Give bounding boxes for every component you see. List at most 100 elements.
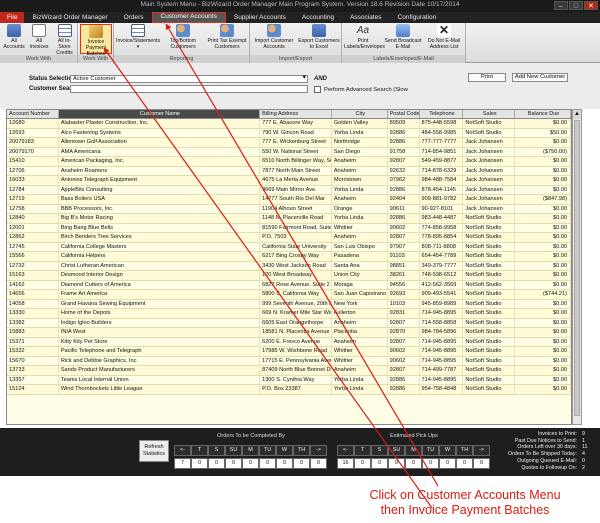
scroll-thumb[interactable]	[574, 120, 580, 416]
maximize-button[interactable]: □	[569, 1, 583, 10]
table-row[interactable]: 14162 Diamond Cutters of America 6827 Rose…	[7, 280, 571, 290]
column-header[interactable]: Billing Address	[260, 110, 332, 118]
orders-value-cell: 7	[174, 458, 191, 469]
column-header[interactable]: Postal Code	[388, 110, 420, 118]
table-cell: 714-945-8895	[420, 356, 464, 365]
menu-associates[interactable]: Associates	[342, 12, 389, 23]
invoice-payment-batches-button[interactable]: Invoice Payment Batches	[80, 24, 112, 57]
menu-orders[interactable]: Orders	[116, 12, 152, 23]
refresh-statistics-button[interactable]: Refresh Statistics	[139, 440, 169, 462]
table-cell: $0.00	[515, 280, 571, 289]
table-cell: $0.00	[515, 309, 571, 318]
all-instore-credits-button[interactable]: All In-Store Credits	[52, 24, 77, 56]
table-row[interactable]: 14058 Grand Havana Sewing Equipment 999 Se…	[7, 299, 571, 309]
menu-configuration[interactable]: Configuration	[390, 12, 445, 23]
print-tax-exempt-button[interactable]: Print Tax Exempt Customers	[206, 24, 248, 50]
table-row[interactable]: 15124 Wind Thornbockets Little League P.O.…	[7, 385, 571, 395]
window-controls: – □ ✕	[554, 1, 598, 10]
table-cell: 10103	[388, 299, 420, 308]
column-header[interactable]: Customer Name	[58, 110, 261, 118]
statistic-item: Invoices to Print: 9	[508, 431, 590, 438]
table-row[interactable]: 15670 Rick and Debbie Graphics, Inc. 17715…	[7, 356, 571, 366]
pickups-day-cell[interactable]: <-	[337, 445, 354, 456]
advanced-search-checkbox[interactable]	[314, 86, 321, 93]
status-selection-dropdown[interactable]: Active Customer	[70, 75, 308, 83]
table-row[interactable]: 15883 INIA West 18581 N. Placentia Avenue P…	[7, 328, 571, 338]
table-cell: Alabaster Plaster Construction, Inc.	[59, 119, 261, 128]
column-header[interactable]: Account Number	[7, 110, 59, 118]
table-cell: 92632	[388, 166, 420, 175]
do-not-email-button[interactable]: ✕ Do Not E-Mail Address List	[424, 24, 464, 51]
table-cell: 92886	[388, 214, 420, 223]
scroll-up-icon[interactable]: ▲	[573, 110, 581, 119]
table-row[interactable]: 12840 Big B's Motor Racing 1148 N. Placerv…	[7, 214, 571, 224]
table-cell: Santa Ana	[332, 261, 388, 270]
add-new-customer-button[interactable]: Add New Customer	[512, 73, 568, 82]
menu-customer-accounts[interactable]: Customer Accounts	[151, 12, 226, 23]
table-cell: 17985 W. Wishbone Road	[260, 347, 332, 356]
table-row[interactable]: 12784 AppleBits Consulting 9669 Main Mirro…	[7, 185, 571, 195]
table-cell: 15124	[7, 385, 59, 394]
send-broadcast-email-button[interactable]: Send Broadcast E-Mail	[384, 24, 422, 50]
close-button[interactable]: ✕	[584, 1, 598, 10]
table-scrollbar[interactable]: ▲	[572, 109, 582, 425]
table-row[interactable]: 15410 American Packaging, Inc. 6510 North …	[7, 157, 571, 167]
menu-file[interactable]: File	[0, 12, 25, 23]
table-row[interactable]: 12745 California College Masters Californi…	[7, 242, 571, 252]
table-row[interactable]: 12680 Alabaster Plaster Construction, Inc…	[7, 119, 571, 129]
table-row[interactable]: 13382 Indigo Igloo Builders 6605 East Oran…	[7, 318, 571, 328]
pickups-day-row: <- T S SU M TU W TH ->	[337, 445, 490, 456]
table-row[interactable]: 20079170 AMA Americana 550 W. National Str…	[7, 147, 571, 157]
table-cell: 17715 E. Pennsylvania Avenue	[262, 356, 332, 365]
table-row[interactable]: 15163 Desmond Interior Design 120 West Bro…	[7, 271, 571, 281]
table-row[interactable]: 12706 Anaheim Roamers 7877 North Main Stre…	[7, 166, 571, 176]
menu-bizwizard[interactable]: BizWizard Order Manager	[24, 12, 115, 23]
table-row[interactable]: 15371 Kitty Kity Pet Store 6200 E. Fresco …	[7, 337, 571, 347]
table-cell: 954-758-4848	[420, 385, 464, 394]
table-cell: NotSoft Studio	[463, 214, 516, 223]
table-row[interactable]: 12693 Alco Fastening Systems 790 W. Gincon…	[7, 128, 571, 138]
table-cell: 20079183	[7, 138, 59, 147]
import-customer-accounts-button[interactable]: Import Customer Accounts	[252, 24, 296, 50]
all-invoices-button[interactable]: All Invoices	[27, 24, 51, 50]
column-header[interactable]: City	[332, 110, 388, 118]
table-row[interactable]: 13357 Teams Local Internal Union 1300 S. C…	[7, 375, 571, 385]
invoice-statements-button[interactable]: Invoice/Statements ▾	[116, 24, 160, 50]
print-labels-button[interactable]: Aa Print Labels/Envelopes	[344, 24, 385, 50]
print-button[interactable]: Print	[468, 73, 506, 82]
table-row[interactable]: 12732 Christ Lutheran American 3430 West J…	[7, 261, 571, 271]
column-header[interactable]: Telephone	[420, 110, 464, 118]
table-row[interactable]: 14656 Frame Art America 5800 S. California…	[7, 290, 571, 300]
all-accounts-button[interactable]: All Accounts	[2, 24, 26, 50]
customer-search-input[interactable]	[70, 85, 308, 93]
menu-supplier-accounts[interactable]: Supplier Accounts	[226, 12, 294, 23]
table-body: 12680 Alabaster Plaster Construction, Inc…	[7, 119, 571, 395]
table-row[interactable]: 12001 Bing Bang Blue Bells 81590 Fairmont …	[7, 223, 571, 233]
table-row[interactable]: 13733 Sands Product Manufacturers 87409 No…	[7, 366, 571, 376]
column-header[interactable]: Balance Due	[515, 110, 571, 118]
orders-day-cell[interactable]: <-	[174, 445, 191, 456]
table-cell: 777-777-7777	[420, 138, 464, 147]
top-bottom-customers-button[interactable]: Top/Bottom Customers	[162, 24, 204, 50]
table-cell: Pasadena	[332, 252, 388, 261]
table-row[interactable]: 12862 Birch Benders Tree Services P.O. 750…	[7, 233, 571, 243]
column-header[interactable]: Sales	[463, 110, 516, 118]
orders-day-cell[interactable]: ->	[310, 445, 327, 456]
pickups-day-cell[interactable]: ->	[473, 445, 490, 456]
table-row[interactable]: 20079183 Allentown Golf Association 777 E.…	[7, 138, 571, 148]
export-customers-button[interactable]: Export Customers to Excel	[297, 24, 341, 50]
table-row[interactable]: 12758 BBB Processors, Inc. 11904 Alhoun St…	[7, 204, 571, 214]
table-row[interactable]: 16033 Antonios Telegraph Equipment 4675 La…	[7, 176, 571, 186]
table-row[interactable]: 13330 Home of the Depots 669 N. Kramer Mil…	[7, 309, 571, 319]
table-row[interactable]: 15566 California Helpers 6217 Bing Crosby …	[7, 252, 571, 262]
orders-value-cell: 0	[225, 458, 242, 469]
table-cell: 12706	[7, 166, 59, 175]
table-cell: 07962	[388, 176, 420, 185]
minimize-button[interactable]: –	[554, 1, 568, 10]
table-row[interactable]: 15332 Pacific Telephone and Telegraph 1798…	[7, 347, 571, 357]
menu-accounting[interactable]: Accounting	[294, 12, 342, 23]
table-row[interactable]: 12719 Bass Boilers USA 14777 South Rio Del…	[7, 195, 571, 205]
pickups-value-cell: 0	[354, 458, 371, 469]
table-cell: NotSoft Studio	[463, 309, 516, 318]
table-cell: 14777 South Rio Del Mar	[260, 195, 332, 204]
